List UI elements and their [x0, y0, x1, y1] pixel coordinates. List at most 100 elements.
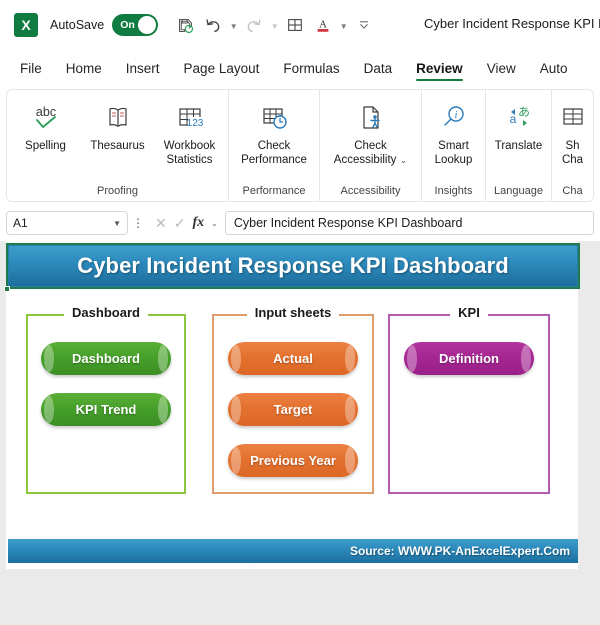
undo-dropdown-chevron-icon[interactable]: ▼ [228, 12, 239, 38]
ribbon-button-check-performance[interactable]: Check Performance [231, 96, 317, 167]
insert-function-fx-icon[interactable]: fx [192, 215, 204, 231]
button-previous-year[interactable]: Previous Year [228, 444, 358, 477]
ribbon-button-label: Translate [494, 140, 543, 152]
chevron-down-icon[interactable]: ⌄ [211, 219, 218, 228]
ribbon-button-label: Smart Lookup [434, 140, 473, 166]
tab-view[interactable]: View [487, 61, 516, 81]
translate-icon: a あ [502, 98, 536, 138]
formula-bar-options-icon[interactable]: ⋮ [128, 216, 148, 230]
ribbon-group-label: Proofing [97, 185, 138, 197]
name-box[interactable]: A1 ▼ [6, 211, 128, 235]
tab-data[interactable]: Data [364, 61, 393, 81]
panel-title: KPI [388, 305, 550, 320]
font-color-icon[interactable]: A [310, 12, 336, 38]
svg-text:abc: abc [35, 105, 55, 119]
button-label: Definition [439, 351, 499, 366]
chevron-down-icon[interactable]: ⌄ [400, 155, 408, 165]
button-dashboard[interactable]: Dashboard [41, 342, 171, 375]
svg-text:A: A [319, 19, 327, 31]
font-color-dropdown-chevron-icon[interactable]: ▼ [338, 12, 349, 38]
formula-input[interactable]: Cyber Incident Response KPI Dashboard [224, 211, 594, 235]
panel-border [388, 314, 550, 494]
undo-icon[interactable] [200, 12, 226, 38]
name-box-value: A1 [13, 216, 28, 230]
autosave-toggle[interactable]: On [112, 14, 159, 36]
button-actual[interactable]: Actual [228, 342, 358, 375]
excel-logo-icon: X [14, 13, 38, 37]
smart-lookup-icon: i [437, 98, 471, 138]
ribbon-button-label: Check Performance [241, 140, 307, 166]
borders-icon[interactable] [282, 12, 308, 38]
title-bar: X AutoSave On ▼ ▼ A ▼ Cyber Incident Res… [0, 0, 600, 50]
ribbon-button-workbook-statistics[interactable]: 123 Workbook Statistics [154, 96, 226, 167]
ribbon-button-show-changes[interactable]: Sh Cha [553, 96, 593, 167]
redo-icon [241, 12, 267, 38]
ribbon-group-label: Performance [242, 185, 306, 197]
tab-page-layout[interactable]: Page Layout [184, 61, 260, 81]
check-accessibility-icon [354, 98, 388, 138]
panel-dashboard: Dashboard Dashboard KPI Trend [26, 305, 186, 494]
panel-title-text: Input sheets [246, 305, 340, 320]
enter-check-icon[interactable]: ✓ [174, 215, 186, 232]
button-target[interactable]: Target [228, 393, 358, 426]
ribbon-button-spelling[interactable]: abc Spelling [10, 96, 82, 154]
formula-bar: A1 ▼ ⋮ ✕ ✓ fx ⌄ Cyber Incident Response … [0, 206, 600, 240]
ribbon-button-label: Sh Cha [561, 140, 584, 166]
tab-formulas[interactable]: Formulas [283, 61, 339, 81]
ribbon-button-check-accessibility[interactable]: Check Accessibility ⌄ [322, 96, 420, 167]
save-icon[interactable] [172, 12, 198, 38]
svg-text:i: i [454, 110, 457, 121]
worksheet-right-margin [578, 241, 600, 569]
ribbon-group-proofing: abc Spelling Thesaurus 123 Workbook Stat… [7, 90, 229, 201]
svg-text:123: 123 [186, 118, 203, 129]
ribbon-group-label: Language [494, 185, 543, 197]
ribbon-group-label: Accessibility [340, 185, 401, 197]
ribbon-button-thesaurus[interactable]: Thesaurus [82, 96, 154, 154]
dashboard-source-text: Source: WWW.PK-AnExcelExpert.Com [349, 544, 570, 558]
tab-home[interactable]: Home [66, 61, 102, 81]
ribbon-button-label: Spelling [25, 140, 66, 152]
ribbon-button-label: Workbook Statistics [163, 140, 216, 166]
panel-title: Dashboard [26, 305, 186, 320]
panel-title-text: KPI [450, 305, 488, 320]
customize-quick-access-toolbar-icon[interactable] [351, 12, 377, 38]
cancel-x-icon[interactable]: ✕ [155, 215, 167, 232]
ribbon-group-insights: i Smart Lookup Insights [422, 90, 486, 201]
tab-automate[interactable]: Auto [540, 61, 568, 81]
panel-input-sheets: Input sheets Actual Target Previous Year [212, 305, 374, 494]
button-label: Actual [273, 351, 313, 366]
ribbon-group-performance: Check Performance Performance [229, 90, 320, 201]
worksheet-bottom-margin [0, 569, 600, 625]
svg-text:a: a [509, 112, 516, 126]
button-label: Previous Year [250, 453, 336, 468]
button-kpi-trend[interactable]: KPI Trend [41, 393, 171, 426]
tab-review[interactable]: Review [416, 61, 463, 81]
chevron-down-icon[interactable]: ▼ [113, 219, 121, 228]
tab-insert[interactable]: Insert [126, 61, 160, 81]
dashboard-title-banner: Cyber Incident Response KPI Dashboard [8, 245, 578, 287]
svg-text:あ: あ [517, 105, 529, 119]
document-title[interactable]: Cyber Incident Response KPI Das [424, 16, 600, 31]
button-definition[interactable]: Definition [404, 342, 534, 375]
dashboard-source-bar: Source: WWW.PK-AnExcelExpert.Com [8, 539, 578, 563]
ribbon-group-changes: Sh Cha Cha [552, 90, 593, 201]
panel-title-text: Dashboard [64, 305, 148, 320]
button-label: KPI Trend [75, 402, 137, 417]
cell-selection-fill-handle[interactable] [4, 286, 10, 292]
ribbon-button-translate[interactable]: a あ Translate [488, 96, 550, 154]
ribbon-button-smart-lookup[interactable]: i Smart Lookup [424, 96, 484, 167]
ribbon-group-accessibility: Check Accessibility ⌄ Accessibility [320, 90, 422, 201]
button-label: Dashboard [72, 351, 140, 366]
ribbon-tab-bar: File Home Insert Page Layout Formulas Da… [0, 55, 600, 87]
panel-title: Input sheets [212, 305, 374, 320]
ribbon-group-label: Insights [434, 185, 473, 197]
excel-window: X AutoSave On ▼ ▼ A ▼ Cyber Incident Res… [0, 0, 600, 625]
ribbon-group-language: a あ Translate Language [486, 90, 552, 201]
check-performance-icon [257, 98, 291, 138]
autosave-label: AutoSave [50, 18, 105, 32]
show-changes-icon [556, 98, 590, 138]
tab-file[interactable]: File [20, 61, 42, 81]
ribbon-group-label: Cha [562, 185, 583, 197]
autosave-state-label: On [120, 19, 135, 31]
redo-dropdown-chevron-icon: ▼ [270, 22, 279, 31]
